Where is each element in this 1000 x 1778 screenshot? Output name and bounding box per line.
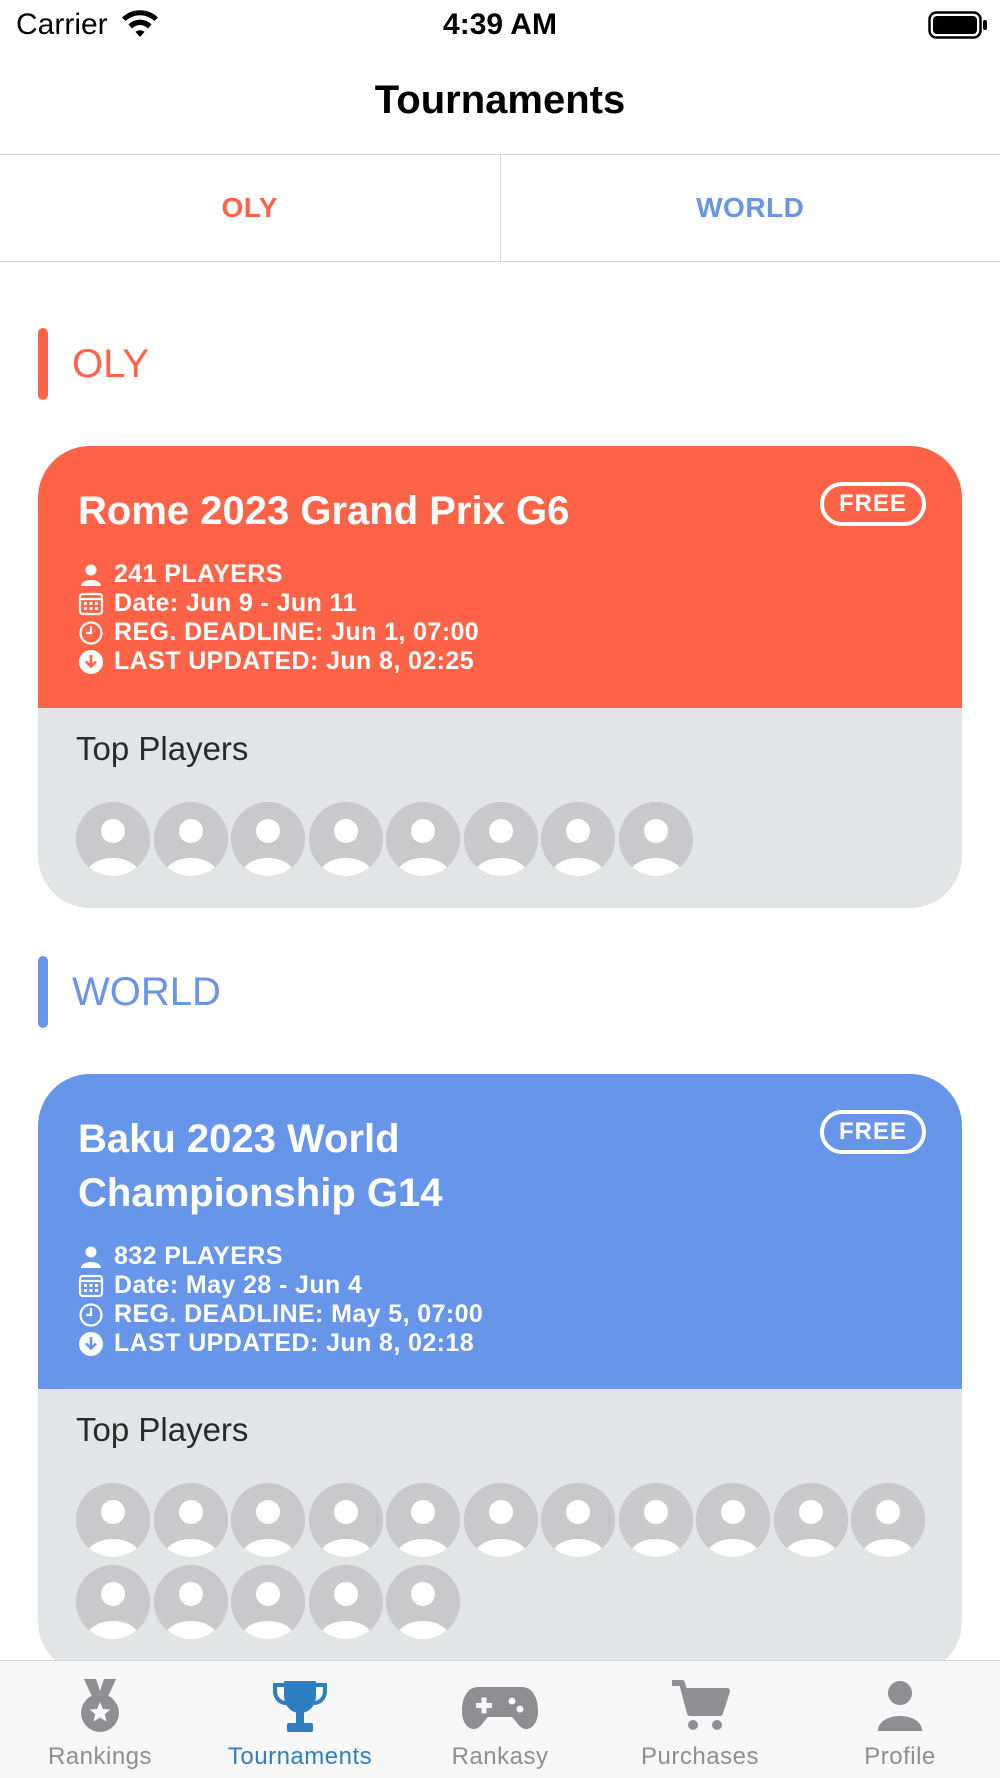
card-body: Top Players bbox=[38, 1389, 962, 1647]
tournament-meta: 241 PLAYERS Date: Jun 9 - Jun 11 REG. DE… bbox=[78, 560, 922, 676]
player-avatar[interactable] bbox=[153, 1565, 228, 1639]
player-avatar[interactable] bbox=[618, 1483, 693, 1557]
nav-bar: Tournaments bbox=[0, 52, 1000, 155]
player-avatar[interactable] bbox=[308, 1483, 383, 1557]
tab-rankings[interactable]: Rankings bbox=[0, 1661, 200, 1778]
date-range: Date: May 28 - Jun 4 bbox=[114, 1271, 363, 1299]
player-avatar[interactable] bbox=[76, 1483, 150, 1557]
player-avatar[interactable] bbox=[231, 802, 305, 876]
download-circle-icon bbox=[79, 1331, 103, 1356]
free-badge: FREE bbox=[820, 1110, 926, 1154]
category-tabs: OLY WORLD bbox=[0, 155, 1000, 262]
registration-deadline: REG. DEADLINE: Jun 1, 07:00 bbox=[114, 618, 480, 646]
section-header-oly: OLY bbox=[38, 328, 149, 400]
section-header-world: WORLD bbox=[38, 956, 221, 1028]
avatar-list bbox=[76, 1483, 936, 1647]
player-avatar[interactable] bbox=[541, 802, 615, 876]
card-header: Baku 2023 World Championship G14 FREE 83… bbox=[38, 1074, 962, 1389]
trophy-icon bbox=[273, 1681, 327, 1732]
players-count: 241 PLAYERS bbox=[114, 560, 283, 588]
card-body: Top Players bbox=[38, 708, 962, 884]
tournament-card-rome[interactable]: Rome 2023 Grand Prix G6 FREE 241 PLAYERS… bbox=[38, 446, 962, 908]
player-avatar[interactable] bbox=[386, 802, 460, 876]
tab-oly[interactable]: OLY bbox=[0, 155, 500, 261]
clock-icon bbox=[79, 1302, 103, 1327]
card-header: Rome 2023 Grand Prix G6 FREE 241 PLAYERS… bbox=[38, 446, 962, 708]
player-avatar[interactable] bbox=[153, 1483, 228, 1557]
updated-row: LAST UPDATED: Jun 8, 02:25 bbox=[78, 647, 922, 676]
tab-tournaments[interactable]: Tournaments bbox=[200, 1661, 400, 1778]
page-title: Tournaments bbox=[374, 78, 626, 122]
player-avatar[interactable] bbox=[773, 1483, 848, 1557]
tab-purchases[interactable]: Purchases bbox=[600, 1661, 800, 1778]
player-avatar[interactable] bbox=[153, 802, 228, 876]
player-avatar[interactable] bbox=[308, 1565, 383, 1639]
download-circle-icon bbox=[79, 649, 103, 674]
players-count: 832 PLAYERS bbox=[114, 1242, 283, 1270]
battery-icon bbox=[928, 11, 987, 39]
player-avatar[interactable] bbox=[463, 802, 538, 876]
tab-purchases-label: Purchases bbox=[641, 1743, 759, 1770]
last-updated: LAST UPDATED: Jun 8, 02:25 bbox=[114, 647, 474, 675]
player-avatar[interactable] bbox=[386, 1565, 460, 1639]
player-avatar[interactable] bbox=[76, 1565, 150, 1639]
player-avatar[interactable] bbox=[696, 1483, 770, 1557]
tournament-title: Baku 2023 World Championship G14 bbox=[78, 1117, 443, 1215]
last-updated: LAST UPDATED: Jun 8, 02:18 bbox=[114, 1329, 474, 1357]
player-avatar[interactable] bbox=[386, 1483, 460, 1557]
player-avatar[interactable] bbox=[851, 1483, 925, 1557]
calendar-icon bbox=[78, 592, 104, 615]
tournament-meta: 832 PLAYERS Date: May 28 - Jun 4 REG. DE… bbox=[78, 1242, 922, 1358]
date-row: Date: Jun 9 - Jun 11 bbox=[78, 589, 922, 618]
date-range: Date: Jun 9 - Jun 11 bbox=[114, 589, 357, 617]
calendar-icon bbox=[78, 1274, 104, 1297]
player-avatar[interactable] bbox=[618, 802, 693, 876]
tab-world[interactable]: WORLD bbox=[499, 155, 1000, 261]
registration-deadline: REG. DEADLINE: May 5, 07:00 bbox=[114, 1300, 484, 1328]
player-avatar[interactable] bbox=[231, 1565, 305, 1639]
tab-rankasy[interactable]: Rankasy bbox=[400, 1661, 600, 1778]
status-bar: Carrier 4:39 AM bbox=[0, 0, 1000, 52]
avatar-list bbox=[76, 802, 936, 884]
tab-profile[interactable]: Profile bbox=[800, 1661, 1000, 1778]
section-accent-bar bbox=[38, 328, 48, 400]
person-icon bbox=[878, 1681, 922, 1731]
date-row: Date: May 28 - Jun 4 bbox=[78, 1271, 922, 1300]
deadline-row: REG. DEADLINE: Jun 1, 07:00 bbox=[78, 618, 922, 647]
free-badge: FREE bbox=[820, 482, 926, 526]
players-count-row: 241 PLAYERS bbox=[78, 560, 922, 589]
tab-rankings-label: Rankings bbox=[47, 1743, 153, 1770]
clock: 4:39 AM bbox=[443, 8, 557, 41]
screen: Carrier 4:39 AM Tournaments OLY WORLD OL… bbox=[0, 0, 1000, 1778]
tab-rankasy-label: Rankasy bbox=[451, 1743, 549, 1770]
tournament-card-baku[interactable]: Baku 2023 World Championship G14 FREE 83… bbox=[38, 1074, 962, 1674]
player-avatar[interactable] bbox=[308, 802, 383, 876]
gamepad-icon bbox=[462, 1687, 538, 1729]
player-avatar[interactable] bbox=[463, 1483, 538, 1557]
person-icon bbox=[81, 1246, 101, 1268]
updated-row: LAST UPDATED: Jun 8, 02:18 bbox=[78, 1329, 922, 1358]
section-title-world: WORLD bbox=[72, 969, 221, 1014]
section-accent-bar bbox=[38, 956, 48, 1028]
top-players-label: Top Players bbox=[76, 730, 249, 767]
tournament-title: Rome 2023 Grand Prix G6 bbox=[78, 489, 570, 533]
player-avatar[interactable] bbox=[541, 1483, 615, 1557]
medal-icon bbox=[81, 1679, 119, 1732]
bottom-tab-bar: Rankings Tournaments Rankasy Purchases P… bbox=[0, 1660, 1000, 1778]
clock-icon bbox=[79, 620, 103, 645]
section-title-oly: OLY bbox=[72, 341, 150, 386]
players-count-row: 832 PLAYERS bbox=[78, 1242, 922, 1271]
tab-profile-label: Profile bbox=[864, 1743, 936, 1770]
player-avatar[interactable] bbox=[231, 1483, 305, 1557]
top-players-label: Top Players bbox=[76, 1411, 249, 1448]
player-avatar[interactable] bbox=[76, 802, 150, 876]
deadline-row: REG. DEADLINE: May 5, 07:00 bbox=[78, 1300, 922, 1329]
tab-tournaments-label: Tournaments bbox=[227, 1743, 373, 1770]
person-icon bbox=[81, 564, 101, 586]
cart-icon bbox=[672, 1680, 730, 1730]
